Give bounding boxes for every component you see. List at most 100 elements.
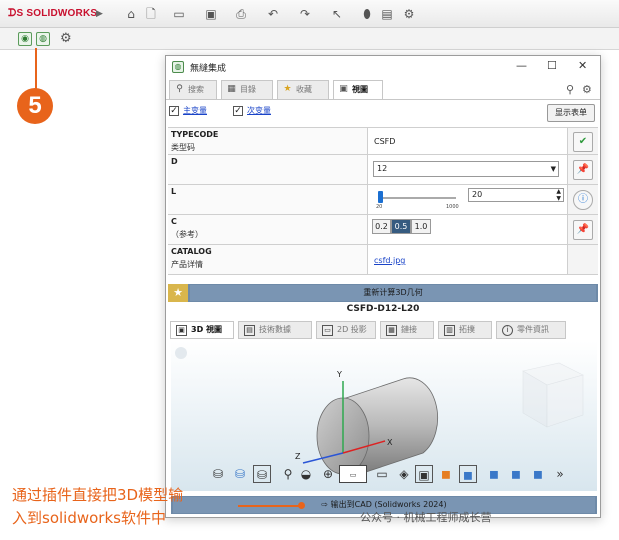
cylinder-edges-icon[interactable]: ⛁	[253, 465, 271, 483]
typecode-value: CSFD	[374, 137, 396, 146]
save-icon[interactable]: ▣	[204, 7, 218, 21]
tab-favorites[interactable]: ★ 收藏	[277, 80, 329, 99]
c-option-0-2[interactable]: 0.2	[372, 219, 391, 234]
cylinder-shaded-icon[interactable]: ⛁	[231, 465, 249, 483]
tab-topology[interactable]: ▥ 拓撲	[438, 321, 492, 339]
sub-variable-label[interactable]: 次变量	[247, 105, 271, 116]
callout-line	[35, 48, 37, 90]
expand-arrow-icon[interactable]: ▶	[96, 9, 103, 19]
3d-viewport[interactable]: Y X Z ⛁ ⛁ ⛁ ⚲ ◒ ⊕ ▭ ▭ ◈ ▣ ◼ ◼ ◼ ◼ ◼ »	[171, 341, 597, 491]
link-icon: ▦	[386, 325, 397, 336]
plugin-dialog: ◍ 無縫集成 — ☐ ✕ ⚲ 搜索 ▦ 目錄 ★ 收藏 ▣ 視圖 ⚲ ⚙ ✓ 主变量 ✓…	[165, 55, 601, 518]
cylinder-model	[316, 377, 439, 475]
param-key: TYPECODE	[171, 130, 219, 139]
show-form-button[interactable]: 显示表单	[547, 104, 595, 122]
param-row-l: L 20 1000 20 ▲ ▼ ⓘ	[168, 185, 598, 215]
export-icon: ⇨	[321, 500, 331, 509]
cylinder-wire-icon[interactable]: ⛁	[209, 465, 227, 483]
command-bar: ◉ ◍ ⚙	[0, 28, 619, 50]
param-sub: 类型码	[171, 143, 195, 152]
view-right-icon[interactable]: ◼	[529, 465, 547, 483]
tab-search[interactable]: ⚲ 搜索	[169, 80, 217, 99]
param-sub: （参考）	[171, 230, 203, 239]
home-icon[interactable]: ⌂	[124, 7, 138, 21]
c-option-0-5[interactable]: 0.5	[391, 219, 411, 234]
options-gear-icon[interactable]: ⚙	[582, 83, 592, 96]
tab-divider	[166, 99, 600, 100]
variable-toggles: ✓ 主变量 ✓ 次变量 显示表单	[169, 104, 597, 122]
tab-view[interactable]: ▣ 視圖	[333, 80, 383, 100]
favorite-star-icon[interactable]: ★	[168, 284, 188, 302]
pan-icon[interactable]: ⊕	[319, 465, 337, 483]
new-document-icon[interactable]: 🗋	[144, 7, 158, 21]
open-folder-icon[interactable]: ▭	[172, 7, 186, 21]
confirm-check-icon[interactable]: ✔	[573, 132, 593, 152]
more-chevron-icon[interactable]: »	[551, 465, 569, 483]
tab-2d-projection[interactable]: ▭ 2D 投影	[316, 321, 376, 339]
annotation-line-1: 通过插件直接把3D模型输	[12, 486, 184, 504]
tab-3d-view[interactable]: ▣ 3D 視圖	[170, 321, 234, 339]
info-circle-icon: i	[502, 325, 513, 336]
box-view-icon[interactable]: ◼	[459, 465, 477, 483]
minimize-icon[interactable]: —	[516, 59, 527, 72]
zoom-icon[interactable]: ⚲	[279, 465, 297, 483]
pin-param-icon[interactable]: 📌	[573, 220, 593, 240]
main-variable-checkbox[interactable]: ✓	[169, 106, 179, 116]
plugin-button-1[interactable]: ◉	[18, 32, 32, 46]
annotation-pointer	[238, 505, 300, 507]
info-icon[interactable]: ⓘ	[573, 190, 593, 210]
view-front-icon[interactable]: ◼	[485, 465, 503, 483]
d-select[interactable]: 12 ▼	[373, 161, 559, 177]
solidworks-logo: ᗪS SOLIDWORKS	[8, 8, 98, 19]
redo-icon[interactable]: ↷	[298, 7, 312, 21]
topology-icon: ▥	[444, 325, 455, 336]
tab-part-info[interactable]: i 零件資訊	[496, 321, 566, 339]
3d-view-icon: ▣	[176, 325, 187, 336]
maximize-icon[interactable]: ☐	[547, 59, 557, 72]
catalog-link[interactable]: csfd.jpg	[374, 256, 405, 265]
sub-variable-checkbox[interactable]: ✓	[233, 106, 243, 116]
file-properties-icon[interactable]: ▤	[380, 7, 394, 21]
rotate-icon[interactable]: ◒	[297, 465, 315, 483]
plugin-settings-gear-icon[interactable]: ⚙	[60, 31, 72, 46]
view-top-icon[interactable]: ◼	[507, 465, 525, 483]
screenshot-icon[interactable]: ▣	[415, 465, 433, 483]
measure-icon[interactable]: ▭	[373, 465, 391, 483]
tab-links[interactable]: ▦ 鏈接	[380, 321, 434, 339]
param-row-d: D 12 ▼ 📌	[168, 155, 598, 185]
star-icon: ★	[283, 84, 292, 94]
solidworks-toolbar: ᗪS SOLIDWORKS ▶ ⌂ 🗋 ▭ ▣ ⎙ ↶ ↷ ↖ ⬮ ▤ ⚙	[0, 0, 619, 28]
param-row-catalog: CATALOG 产品详情 csfd.jpg	[168, 245, 598, 275]
l-slider-track[interactable]	[378, 197, 456, 199]
l-number-input[interactable]: 20 ▲ ▼	[468, 188, 564, 202]
dialog-title-bar: ◍ 無縫集成 — ☐ ✕	[166, 56, 600, 78]
close-icon[interactable]: ✕	[578, 59, 587, 72]
tech-data-icon: ▤	[244, 325, 255, 336]
tab-tech-data[interactable]: ▤ 技術數據	[238, 321, 312, 339]
print-icon[interactable]: ⎙	[234, 7, 248, 21]
dimension-icon[interactable]: ▭	[339, 465, 367, 483]
material-icon[interactable]: ◼	[437, 465, 455, 483]
2d-projection-icon: ▭	[322, 325, 333, 336]
pin-param-icon[interactable]: 📌	[573, 160, 593, 180]
spinner-icon[interactable]: ▲ ▼	[556, 188, 561, 202]
section-icon[interactable]: ◈	[395, 465, 413, 483]
settings-gear-icon[interactable]: ⚙	[402, 7, 416, 21]
view-icon: ▣	[339, 84, 348, 94]
viewport-corner-icon	[175, 347, 187, 359]
plugin-button-2[interactable]: ◍	[36, 32, 50, 46]
part-code: CSFD-D12-L20	[346, 304, 420, 314]
main-variable-label[interactable]: 主变量	[183, 105, 207, 116]
param-row-c: C （参考） 0.2 0.5 1.0 📌	[168, 215, 598, 245]
axis-x-label: X	[387, 438, 393, 447]
l-slider-thumb[interactable]	[378, 191, 383, 203]
tab-catalog[interactable]: ▦ 目錄	[221, 80, 273, 99]
pin-icon[interactable]: ⚲	[566, 83, 574, 96]
undo-icon[interactable]: ↶	[266, 7, 280, 21]
select-arrow-icon[interactable]: ↖	[330, 7, 344, 21]
c-option-1-0[interactable]: 1.0	[411, 219, 431, 234]
param-key: C	[171, 217, 177, 226]
rebuild-icon[interactable]: ⬮	[360, 7, 374, 21]
regenerate-3d-button[interactable]: 重新计算3D几何	[190, 285, 596, 301]
annotation-line-2: 入到solidworks软件中	[12, 509, 166, 527]
